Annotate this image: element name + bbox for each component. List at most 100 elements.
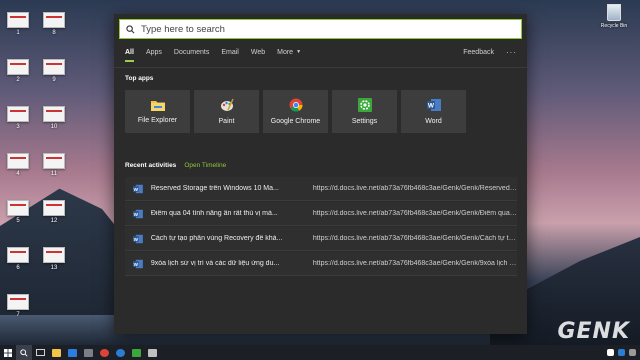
taskbar-search-button[interactable]	[16, 345, 32, 360]
desktop-file-icon[interactable]: 4	[4, 153, 32, 187]
desktop-file-icon[interactable]: 2	[4, 59, 32, 93]
app-tile-label: Settings	[351, 118, 378, 125]
recent-item-url: https://d.docs.live.net/ab73a76fb468c3ae…	[312, 210, 517, 217]
search-panel: All Apps Documents Email Web More▼ Feedb…	[114, 14, 527, 334]
volume-icon[interactable]	[629, 349, 636, 356]
desktop-file-icon[interactable]: 11	[40, 153, 68, 187]
svg-text:W: W	[134, 186, 139, 191]
tab-more-label: More	[277, 48, 294, 56]
tab-all[interactable]: All	[125, 49, 134, 62]
desktop-file-label: 12	[50, 218, 58, 224]
word-icon: W	[426, 99, 441, 111]
app-tile-file-explorer[interactable]: File Explorer	[125, 90, 190, 133]
search-input[interactable]	[141, 23, 501, 35]
recent-item-name: Điểm qua 04 tính năng ẩn rất thú vị mà..…	[150, 210, 278, 217]
desktop-file-icon[interactable]: 10	[40, 106, 68, 140]
recent-item-url: https://d.docs.live.net/ab73a76fb468c3ae…	[312, 235, 517, 242]
desktop-file-label: 10	[50, 124, 58, 130]
recent-list: W Reserved Storage trên Windows 10 Ma...…	[125, 177, 517, 277]
recent-item-url: https://d.docs.live.net/ab73a76fb468c3ae…	[312, 260, 517, 267]
desktop-file-icon[interactable]: 3	[4, 106, 32, 140]
app-tile-label: File Explorer	[137, 117, 178, 124]
word-icon: W	[133, 209, 143, 218]
onedrive-icon[interactable]	[618, 349, 625, 356]
tabs-divider	[114, 67, 527, 68]
network-icon[interactable]	[607, 349, 614, 356]
desktop-file-icon[interactable]: 6	[4, 247, 32, 281]
desktop-file-label: 8	[52, 30, 56, 36]
desktop-file-icon[interactable]: 9	[40, 59, 68, 93]
recent-item[interactable]: W Cách tự tạo phân vùng Recovery để khả.…	[125, 227, 517, 251]
paint-icon	[220, 98, 234, 111]
search-icon	[20, 348, 28, 357]
taskbar-chrome-icon[interactable]	[96, 345, 112, 360]
taskbar-settings-icon[interactable]	[128, 345, 144, 360]
desktop-file-label: 11	[50, 171, 58, 177]
desktop-file-icon[interactable]: 1	[4, 12, 32, 46]
recent-item-url: https://d.docs.live.net/ab73a76fb468c3ae…	[312, 185, 517, 192]
taskbar-mail-icon[interactable]	[144, 345, 160, 360]
desktop-file-icon[interactable]: 8	[40, 12, 68, 46]
desktop-file-icon[interactable]: 12	[40, 200, 68, 234]
app-tile-paint[interactable]: Paint	[194, 90, 259, 133]
svg-text:W: W	[427, 103, 434, 110]
recent-item[interactable]: W Reserved Storage trên Windows 10 Ma...…	[125, 177, 517, 201]
desktop-file-label: 7	[16, 312, 20, 318]
app-tile-google-chrome[interactable]: Google Chrome	[263, 90, 328, 133]
taskbar	[0, 345, 640, 360]
taskbar-file-explorer-icon[interactable]	[48, 345, 64, 360]
desktop-file-icon[interactable]: 5	[4, 200, 32, 234]
desktop-file-label: 3	[16, 124, 20, 130]
desktop-file-label: 13	[50, 265, 58, 271]
start-button[interactable]	[0, 345, 16, 360]
system-tray	[607, 345, 636, 360]
recent-header: Recent activities Open Timeline	[125, 162, 226, 169]
desktop-file-label: 4	[16, 171, 20, 177]
top-apps-list: File Explorer Paint Google Chrome Settin…	[125, 90, 466, 133]
desktop-file-label: 6	[16, 265, 20, 271]
tab-email[interactable]: Email	[221, 49, 239, 56]
desktop-file-icon[interactable]: 13	[40, 247, 68, 281]
windows-logo-icon	[4, 348, 12, 357]
taskbar-edge-icon[interactable]	[112, 345, 128, 360]
desktop-file-label: 5	[16, 218, 20, 224]
recent-activities-title: Recent activities	[125, 162, 177, 169]
app-tile-label: Word	[425, 118, 442, 125]
task-view-icon[interactable]	[32, 345, 48, 360]
recent-item[interactable]: W 9xóa lịch sử vị trí và các dữ liệu ứng…	[125, 252, 517, 276]
feedback-button[interactable]: Feedback	[463, 49, 494, 56]
svg-text:W: W	[134, 236, 139, 241]
more-options-icon[interactable]: ···	[506, 48, 517, 57]
recycle-bin-icon[interactable]: Recycle Bin	[596, 4, 632, 40]
recent-item-name: 9xóa lịch sử vị trí và các dữ liệu ứng d…	[150, 260, 280, 267]
app-tile-word[interactable]: W Word	[401, 90, 466, 133]
word-icon: W	[133, 184, 143, 193]
gear-icon	[357, 98, 372, 112]
genk-watermark: GENK	[557, 319, 630, 344]
search-box[interactable]	[119, 19, 522, 39]
recent-item-name: Reserved Storage trên Windows 10 Ma...	[150, 185, 279, 192]
tab-apps[interactable]: Apps	[146, 49, 162, 56]
tab-more[interactable]: More ▼	[277, 49, 301, 56]
taskbar-store-icon[interactable]	[64, 345, 80, 360]
chevron-down-icon: ▼	[296, 48, 302, 55]
tab-documents[interactable]: Documents	[174, 49, 209, 56]
desktop-file-icon[interactable]: 7	[4, 294, 32, 328]
app-tile-label: Paint	[218, 118, 235, 125]
top-apps-title: Top apps	[125, 75, 154, 82]
desktop-file-label: 9	[52, 77, 56, 83]
app-tile-settings[interactable]: Settings	[332, 90, 397, 133]
tab-web[interactable]: Web	[251, 49, 265, 56]
svg-text:W: W	[134, 211, 139, 216]
search-tabs: All Apps Documents Email Web More ▼ Feedb…	[125, 44, 517, 62]
chrome-icon	[289, 98, 302, 112]
desktop-file-label: 1	[16, 30, 20, 36]
folder-icon	[150, 101, 165, 111]
desktop-file-label: 2	[16, 77, 20, 83]
recent-item[interactable]: W Điểm qua 04 tính năng ẩn rất thú vị mà…	[125, 202, 517, 226]
open-timeline-link[interactable]: Open Timeline	[184, 162, 226, 169]
app-tile-label: Google Chrome	[270, 118, 321, 125]
recycle-bin-label: Recycle Bin	[600, 23, 628, 29]
svg-text:W: W	[134, 261, 139, 266]
taskbar-photos-icon[interactable]	[80, 345, 96, 360]
